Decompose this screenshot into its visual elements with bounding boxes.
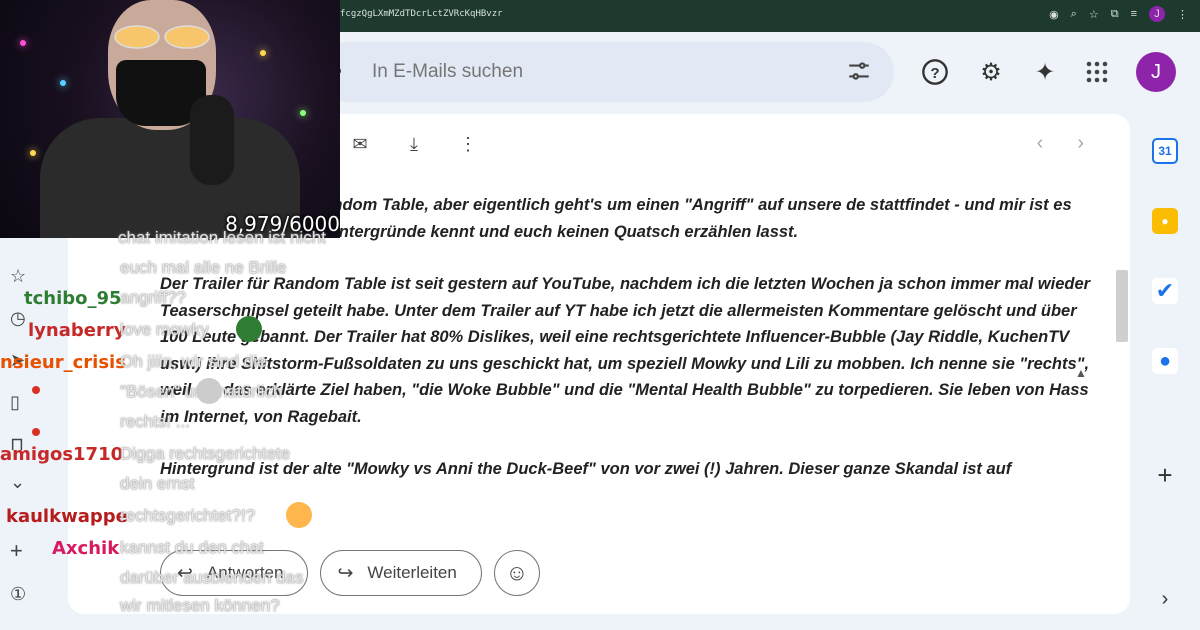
starred-icon[interactable]: ☆ [10,266,26,287]
browser-toolbar: ◉ ⌕ ☆ ⧉ ≡ J ⋮ [1049,6,1188,22]
settings-gear-icon[interactable]: ⚙ [973,54,1009,90]
expand-more-icon[interactable]: ⌄ [10,472,25,493]
purchases-bag-icon[interactable]: ⊓ [10,434,24,455]
reply-actions: ↩ Antworten ↪ Weiterleiten ☺ [160,550,540,596]
mark-unread-icon[interactable]: ✉ [348,132,372,156]
reply-label: Antworten [206,563,284,582]
purchases-badge [32,428,40,436]
svg-text:?: ? [930,65,939,82]
microphone [190,95,234,185]
pager: ‹ › [1037,132,1084,155]
help-icon[interactable]: ? [917,54,953,90]
chevron-right-icon[interactable]: › [1077,132,1084,155]
snoozed-clock-icon[interactable]: ◷ [10,308,26,329]
emoji-reaction-button[interactable]: ☺ [493,550,540,596]
calendar-icon[interactable]: 31 [1152,138,1178,164]
search-bar[interactable]: ⌕ [318,42,894,102]
reply-arrow-icon: ↩ [177,562,193,584]
search-input[interactable] [372,56,812,88]
mail-toolbar: ✉ ⤓ ⋮ [348,132,480,156]
mail-paragraph: Der Trailer für Random Table ist seit ge… [160,275,1091,426]
subscriber-goal: 8,979/6000 [225,212,340,236]
apps-grid-icon[interactable] [1079,54,1115,90]
eye-icon[interactable]: ◉ [1049,8,1059,21]
zoom-icon[interactable]: ⌕ [1071,8,1077,21]
move-to-inbox-icon[interactable]: ⤓ [402,132,426,156]
chevron-left-icon[interactable]: ‹ [1037,132,1044,155]
account-avatar[interactable]: J [1136,52,1176,92]
gemini-sparkle-icon[interactable]: ✦ [1027,54,1063,90]
drafts-badge [32,386,40,394]
mail-paragraph: Hintergrund ist der alte "Mowky vs Anni … [160,460,1012,478]
forward-arrow-icon: ↪ [337,562,354,584]
forward-label: Weiterleiten [367,563,457,582]
drafts-icon[interactable]: ▯ [10,392,20,413]
mail-body: g um unseren Film Random Table, aber eig… [160,192,1100,526]
tasks-icon[interactable]: ✔ [1152,278,1178,304]
forward-button[interactable]: ↪ Weiterleiten [320,550,482,596]
contacts-icon[interactable]: ● [1152,348,1178,374]
notification-count-icon[interactable]: ① [10,584,26,605]
webcam-overlay: 8,979/6000 [0,0,340,238]
keep-icon[interactable]: ● [1152,208,1178,234]
sent-icon[interactable]: ➤ [10,350,25,371]
streamer-glasses [114,25,210,49]
browser-profile-avatar[interactable]: J [1149,6,1165,22]
media-icon[interactable]: ≡ [1131,8,1137,20]
more-vert-icon[interactable]: ⋮ [456,132,480,156]
browser-menu-icon[interactable]: ⋮ [1177,8,1188,21]
bookmark-star-icon[interactable]: ☆ [1089,8,1099,21]
url-text[interactable]: fcgzQgLXmMZdTDcrLctZVRcKqHBvzr [340,9,503,19]
side-panel: 31 ● ✔ ● + › [1140,126,1190,626]
reply-button[interactable]: ↩ Antworten [160,550,309,596]
add-addon-icon[interactable]: + [1152,460,1178,490]
left-rail: ☆ ◷ ➤ ▯ ⊓ ⌄ + ① [0,240,44,630]
add-label-icon[interactable]: + [10,538,23,564]
expand-panel-icon[interactable]: › [1152,586,1178,612]
scrollbar[interactable] [1116,270,1128,342]
extensions-icon[interactable]: ⧉ [1111,8,1119,21]
search-options-icon[interactable] [846,58,872,84]
mouse-cursor-icon: ▲ [1075,366,1087,380]
